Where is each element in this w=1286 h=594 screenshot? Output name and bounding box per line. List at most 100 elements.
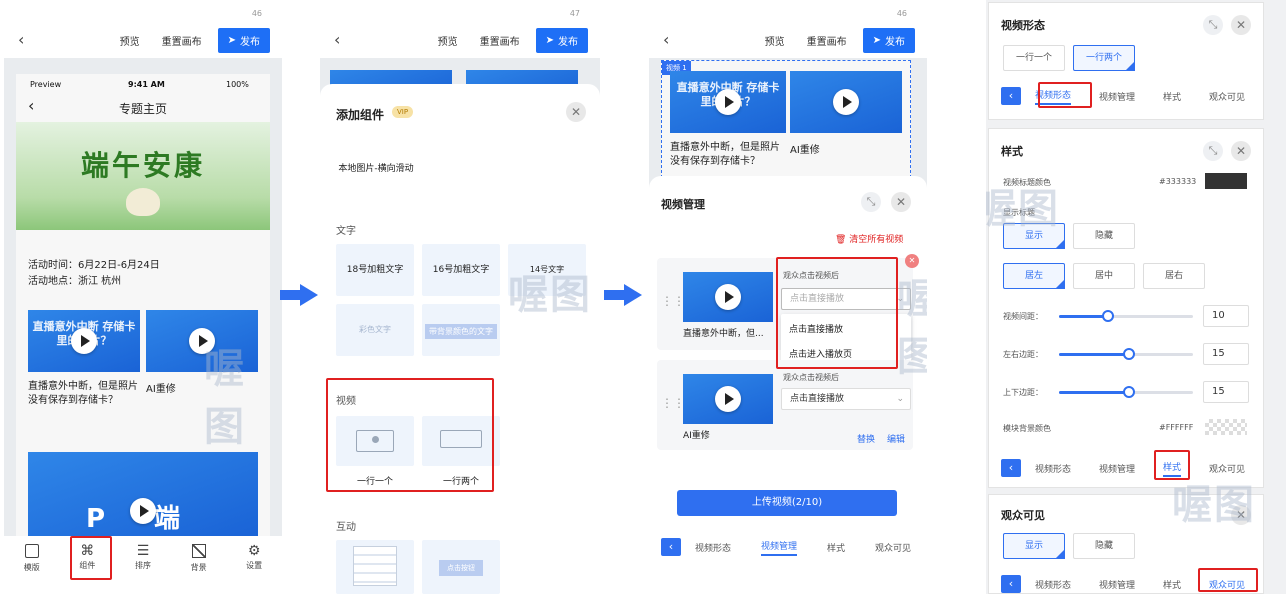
component-video-two-per-row[interactable] xyxy=(422,416,500,466)
tab-video-form[interactable]: 视频形态 xyxy=(1035,88,1072,105)
row-1-select[interactable]: 点击直接播放 ⌄ xyxy=(781,288,911,310)
row-2-caption: AI重修 xyxy=(683,431,710,441)
remove-badge-icon[interactable]: ✕ xyxy=(905,254,919,268)
nav-templates[interactable]: 模版 xyxy=(4,536,60,594)
video-thumb-big[interactable]: P 端 xyxy=(28,452,258,536)
component-colored-text[interactable]: 彩色文字 xyxy=(336,304,414,356)
reset-canvas-link[interactable]: 重置画布 xyxy=(162,33,202,48)
component-bg-text[interactable]: 带背景颜色的文字 xyxy=(422,304,500,356)
tab-style[interactable]: 样式 xyxy=(827,541,845,554)
tab-audience[interactable]: 观众可见 xyxy=(1209,462,1245,475)
option-show-title[interactable]: 显示 xyxy=(1003,223,1065,249)
chevron-left-icon[interactable]: ‹ xyxy=(661,538,681,556)
publish-button[interactable]: ➤ 发布 xyxy=(862,27,915,53)
play-icon[interactable] xyxy=(189,328,215,354)
chevron-left-icon[interactable]: ‹ xyxy=(1001,459,1021,477)
bg-color-swatch[interactable] xyxy=(1205,419,1247,435)
lr-margin-input[interactable]: 15 xyxy=(1203,343,1249,365)
video-double-icon xyxy=(440,430,482,448)
tab-video-manage[interactable]: 视频管理 xyxy=(1099,90,1135,103)
tab-video-form[interactable]: 视频形态 xyxy=(1035,462,1071,475)
collapse-icon[interactable]: ⤡ xyxy=(1203,141,1223,161)
component-local-image-scroll[interactable]: 本地图片-横向滑动 xyxy=(336,162,416,176)
close-icon[interactable]: ✕ xyxy=(891,192,911,212)
tab-video-manage[interactable]: 视频管理 xyxy=(1099,578,1135,591)
back-icon[interactable]: ‹ xyxy=(663,32,669,48)
drag-handle-icon[interactable]: ⋮⋮ xyxy=(661,294,685,308)
close-icon[interactable]: ✕ xyxy=(566,102,586,122)
option-direct-play[interactable]: 点击直接播放 xyxy=(789,322,843,335)
option-enter-play-page[interactable]: 点击进入播放页 xyxy=(789,347,852,360)
row-2-select[interactable]: 点击直接播放 ⌄ xyxy=(781,388,911,410)
drag-handle-icon[interactable]: ⋮⋮ xyxy=(661,396,685,410)
close-icon[interactable]: ✕ xyxy=(1231,141,1251,161)
publish-button[interactable]: ➤ 发布 xyxy=(535,27,588,53)
video-gap-input[interactable]: 10 xyxy=(1203,305,1249,327)
event-place: 活动地点：浙江 杭州 xyxy=(28,276,122,287)
slider-knob[interactable] xyxy=(1101,310,1114,322)
nav-background[interactable]: 背景 xyxy=(171,536,227,594)
option-one-per-row[interactable]: 一行一个 xyxy=(1003,45,1065,71)
video-thumb-2[interactable] xyxy=(146,310,258,372)
tab-video-manage[interactable]: 视频管理 xyxy=(1099,462,1135,475)
option-hide-title[interactable]: 隐藏 xyxy=(1073,223,1135,249)
option-align-right[interactable]: 居右 xyxy=(1143,263,1205,289)
preview-link[interactable]: 预览 xyxy=(438,33,458,48)
component-18-bold[interactable]: 18号加粗文字 xyxy=(336,244,414,296)
tab-video-manage[interactable]: 视频管理 xyxy=(761,539,798,556)
option-align-center[interactable]: 居中 xyxy=(1073,263,1135,289)
option-two-per-row[interactable]: 一行两个 xyxy=(1073,45,1135,71)
play-icon[interactable] xyxy=(833,89,859,115)
nav-settings[interactable]: ⚙ 设置 xyxy=(226,536,282,594)
collapse-icon[interactable]: ⤡ xyxy=(861,192,881,212)
video-thumb-1[interactable]: 直播意外中断 存储卡里的照片？ xyxy=(670,71,786,133)
nav-components[interactable]: ⌘ 组件 xyxy=(60,536,116,594)
edit-link[interactable]: 编辑 xyxy=(887,432,905,445)
title-color-swatch[interactable] xyxy=(1205,173,1247,189)
reset-canvas-link[interactable]: 重置画布 xyxy=(480,33,520,48)
play-icon[interactable] xyxy=(130,497,156,524)
component-14-text[interactable]: 14号文字 xyxy=(508,244,586,296)
nav-sort[interactable]: ☰ 排序 xyxy=(115,536,171,594)
lr-margin-slider[interactable] xyxy=(1059,348,1193,360)
tab-audience[interactable]: 观众可见 xyxy=(875,541,911,554)
upload-video-button[interactable]: 上传视频(2/10) xyxy=(677,490,897,516)
reset-canvas-link[interactable]: 重置画布 xyxy=(807,33,847,48)
back-icon[interactable]: ‹ xyxy=(334,32,340,48)
option-align-left[interactable]: 居左 xyxy=(1003,263,1065,289)
close-icon[interactable]: ✕ xyxy=(1231,505,1251,525)
collapse-icon[interactable]: ⤡ xyxy=(1203,15,1223,35)
tab-video-form[interactable]: 视频形态 xyxy=(695,541,731,554)
video-thumb-1[interactable]: 直播意外中断 存储卡里的照片？ xyxy=(28,310,140,372)
publish-button[interactable]: ➤ 发布 xyxy=(217,27,270,53)
selected-video-block[interactable]: 视频 1 直播意外中断 存储卡里的照片？ 直播意外中断，但是照片没有保存到存储卡… xyxy=(661,60,911,188)
play-icon[interactable] xyxy=(715,89,741,115)
tb-margin-slider[interactable] xyxy=(1059,386,1193,398)
component-16-bold[interactable]: 16号加粗文字 xyxy=(422,244,500,296)
tab-style[interactable]: 样式 xyxy=(1163,578,1181,591)
tab-style[interactable]: 样式 xyxy=(1163,460,1182,477)
back-icon[interactable]: ‹ xyxy=(18,32,24,48)
tb-margin-input[interactable]: 15 xyxy=(1203,381,1249,403)
preview-link[interactable]: 预览 xyxy=(120,33,140,48)
component-form[interactable] xyxy=(336,540,414,594)
tab-audience[interactable]: 观众可见 xyxy=(1209,90,1245,103)
slider-knob[interactable] xyxy=(1123,348,1136,360)
tab-style[interactable]: 样式 xyxy=(1163,90,1181,103)
tab-audience[interactable]: 观众可见 xyxy=(1209,578,1245,591)
chevron-left-icon[interactable]: ‹ xyxy=(1001,575,1021,593)
option-audience-show[interactable]: 显示 xyxy=(1003,533,1065,559)
close-icon[interactable]: ✕ xyxy=(1231,15,1251,35)
video-gap-slider[interactable] xyxy=(1059,310,1193,322)
video-thumb-2[interactable] xyxy=(790,71,902,133)
clear-all-videos[interactable]: 🗑 清空所有视频 xyxy=(835,232,903,245)
component-click-button[interactable]: 点击按钮 xyxy=(422,540,500,594)
component-video-one-per-row[interactable] xyxy=(336,416,414,466)
chevron-left-icon[interactable]: ‹ xyxy=(1001,87,1021,105)
slider-knob[interactable] xyxy=(1123,386,1136,398)
play-icon[interactable] xyxy=(71,328,97,354)
replace-link[interactable]: 替换 xyxy=(857,432,875,445)
option-audience-hide[interactable]: 隐藏 xyxy=(1073,533,1135,559)
preview-link[interactable]: 预览 xyxy=(765,33,785,48)
tab-video-form[interactable]: 视频形态 xyxy=(1035,578,1071,591)
